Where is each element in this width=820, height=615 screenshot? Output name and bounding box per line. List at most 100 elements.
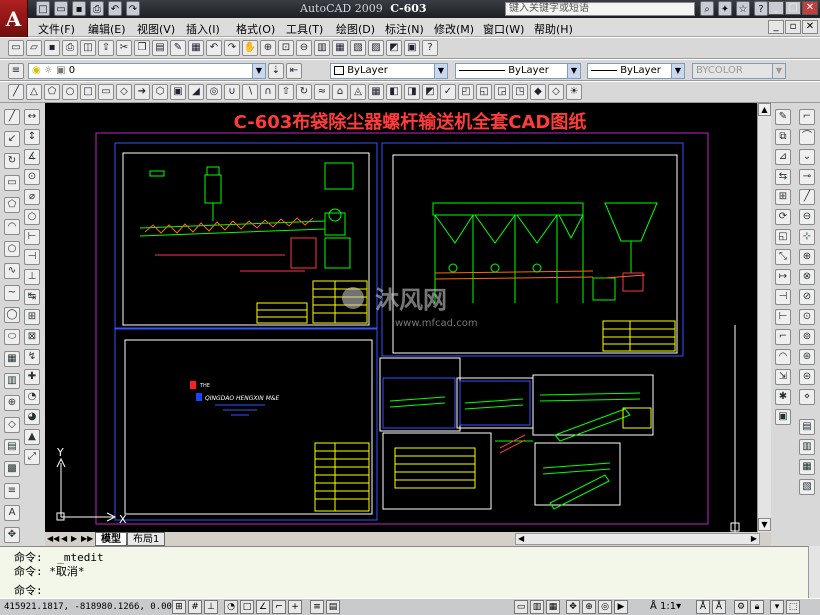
trim-icon[interactable]: ↦ xyxy=(775,269,791,285)
scroll-left-button[interactable]: ◀ xyxy=(518,534,524,543)
minimize-window-button[interactable]: _ xyxy=(768,1,784,15)
polyline-icon[interactable]: ↻ xyxy=(4,153,20,169)
object-snap-icon[interactable]: □ xyxy=(240,600,254,614)
draw-line-icon[interactable]: ╱ xyxy=(4,109,20,125)
status-menu-icon[interactable]: ▾ xyxy=(770,600,784,614)
separate-icon[interactable]: ◩ xyxy=(422,84,438,100)
point-icon[interactable]: ⊕ xyxy=(4,395,20,411)
continue-dim-icon[interactable]: ⊣ xyxy=(24,249,40,265)
scroll-up-button[interactable]: ▲ xyxy=(758,103,771,116)
publish-icon[interactable]: ⇪ xyxy=(98,40,114,56)
insert-block-icon[interactable]: ▦ xyxy=(4,351,20,367)
prev-tab-icon[interactable]: ◀ xyxy=(61,534,67,543)
markup-icon[interactable]: ◩ xyxy=(386,40,402,56)
arc-length-icon[interactable]: ∡ xyxy=(24,149,40,165)
layout-viewports-icon[interactable]: ▧ xyxy=(799,479,815,495)
quick-properties-icon[interactable]: ▤ xyxy=(326,600,340,614)
sweep-icon[interactable]: ≈ xyxy=(314,84,330,100)
chamfer-icon[interactable]: ◠ xyxy=(775,349,791,365)
subtract-icon[interactable]: ∖ xyxy=(242,84,258,100)
named-views-icon[interactable]: ▥ xyxy=(799,439,815,455)
snap-mode-icon[interactable]: ⊞ xyxy=(172,600,186,614)
aligned-dim-icon[interactable]: ↕ xyxy=(24,129,40,145)
layer-manager-icon[interactable]: ≡ xyxy=(8,63,24,79)
snap-apparent-icon[interactable]: ⊸ xyxy=(799,169,815,185)
snap-none-icon[interactable]: ⊜ xyxy=(799,369,815,385)
snap-extension-icon[interactable]: ╱ xyxy=(799,189,815,205)
clean-screen-icon[interactable]: ⬚ xyxy=(786,600,800,614)
help-icon[interactable]: ? xyxy=(754,1,768,16)
ordinate-dim-icon[interactable]: ⊙ xyxy=(24,169,40,185)
favorites-icon[interactable]: ☆ xyxy=(736,1,750,16)
rectangle-icon[interactable]: ▭ xyxy=(98,84,114,100)
tolerance-icon[interactable]: ⊞ xyxy=(24,309,40,325)
circle-icon[interactable]: ○ xyxy=(4,241,20,257)
array-icon[interactable]: ⊞ xyxy=(775,189,791,205)
annotation-scale[interactable]: Å 1:1▾ xyxy=(650,601,681,612)
osnap-settings-icon[interactable]: ⋄ xyxy=(799,389,815,405)
menu-help[interactable]: 帮助(H) xyxy=(534,21,573,37)
close-window-button[interactable]: ✕ xyxy=(802,1,818,15)
scale-icon[interactable]: ◱ xyxy=(775,229,791,245)
make-block-icon[interactable]: ▥ xyxy=(4,373,20,389)
tab-layout1[interactable]: 布局1 xyxy=(127,532,166,546)
maximize-window-button[interactable]: □ xyxy=(785,1,801,15)
section-icon[interactable]: ▦ xyxy=(368,84,384,100)
extrude-icon[interactable]: ⇧ xyxy=(278,84,294,100)
menu-draw[interactable]: 绘图(D) xyxy=(336,21,375,37)
redo-icon[interactable]: ↷ xyxy=(126,1,140,16)
hatch-icon[interactable]: ◇ xyxy=(4,417,20,433)
ne-iso-view-icon[interactable]: ◇ xyxy=(548,84,564,100)
polar-tracking-icon[interactable]: ◔ xyxy=(224,600,238,614)
region-icon[interactable]: ◇ xyxy=(116,84,132,100)
offset-icon[interactable]: ⇆ xyxy=(775,169,791,185)
cut-icon[interactable]: ✂ xyxy=(116,40,132,56)
menu-view[interactable]: 视图(V) xyxy=(137,21,175,37)
construction-line-icon[interactable]: ↙ xyxy=(4,131,20,147)
zoom-previous-icon[interactable]: ⊖ xyxy=(296,40,312,56)
ellipse-icon[interactable]: ◯ xyxy=(4,307,20,323)
dynamic-input-icon[interactable]: + xyxy=(288,600,302,614)
table-icon[interactable]: ≡ xyxy=(4,483,20,499)
menu-edit[interactable]: 编辑(E) xyxy=(88,21,126,37)
front-view-icon[interactable]: ◰ xyxy=(458,84,474,100)
zoom-realtime-icon[interactable]: ⊕ xyxy=(260,40,276,56)
arc-icon[interactable]: ◠ xyxy=(4,219,20,235)
polygon-icon[interactable]: ▭ xyxy=(4,175,20,191)
last-tab-icon[interactable]: ▶▶ xyxy=(81,534,93,543)
command-input-line[interactable]: 命令: xyxy=(14,582,43,598)
menu-tools[interactable]: 工具(T) xyxy=(286,21,323,37)
ortho-mode-icon[interactable]: ⊥ xyxy=(204,600,218,614)
radius-dim-icon[interactable]: ⌀ xyxy=(24,189,40,205)
layer-previous-icon[interactable]: ⇤ xyxy=(286,63,302,79)
leader-icon[interactable]: ↹ xyxy=(24,289,40,305)
rotate-icon[interactable]: ⟳ xyxy=(775,209,791,225)
snap-node-icon[interactable]: ⊚ xyxy=(799,329,815,345)
multiline-text-icon[interactable]: A xyxy=(4,505,20,521)
viewports-icon[interactable]: ▦ xyxy=(799,459,815,475)
copy-object-icon[interactable]: ⧉ xyxy=(775,129,791,145)
open-file-icon[interactable]: ▭ xyxy=(54,1,68,16)
loft-icon[interactable]: ⌂ xyxy=(332,84,348,100)
polygon-icon[interactable]: ⬡ xyxy=(152,84,168,100)
snap-intersection-icon[interactable]: ⌄ xyxy=(799,149,815,165)
center-mark-icon[interactable]: ⊠ xyxy=(24,329,40,345)
paste-icon[interactable]: ▤ xyxy=(152,40,168,56)
model-space-icon[interactable]: ▭ xyxy=(514,600,528,614)
extend-icon[interactable]: ⊣ xyxy=(775,289,791,305)
block-editor-icon[interactable]: ▦ xyxy=(188,40,204,56)
break-icon[interactable]: ⊢ xyxy=(775,309,791,325)
design-center-icon[interactable]: ▦ xyxy=(332,40,348,56)
linetype-dropdown[interactable]: ByLayer ▼ xyxy=(455,63,581,79)
print-icon[interactable]: ⎙ xyxy=(90,1,104,16)
stretch-icon[interactable]: ⤡ xyxy=(775,249,791,265)
properties-icon[interactable]: ▥ xyxy=(314,40,330,56)
shell-icon[interactable]: ◧ xyxy=(386,84,402,100)
steering-wheel-icon[interactable]: ◎ xyxy=(598,600,612,614)
redo-icon[interactable]: ↷ xyxy=(224,40,240,56)
menu-format[interactable]: 格式(O) xyxy=(236,21,275,37)
baseline-dim-icon[interactable]: ⊢ xyxy=(24,229,40,245)
subscription-icon[interactable]: ✦ xyxy=(718,1,732,16)
object-snap-tracking-icon[interactable]: ∠ xyxy=(256,600,270,614)
snap-perpendicular-icon[interactable]: ⊗ xyxy=(799,269,815,285)
